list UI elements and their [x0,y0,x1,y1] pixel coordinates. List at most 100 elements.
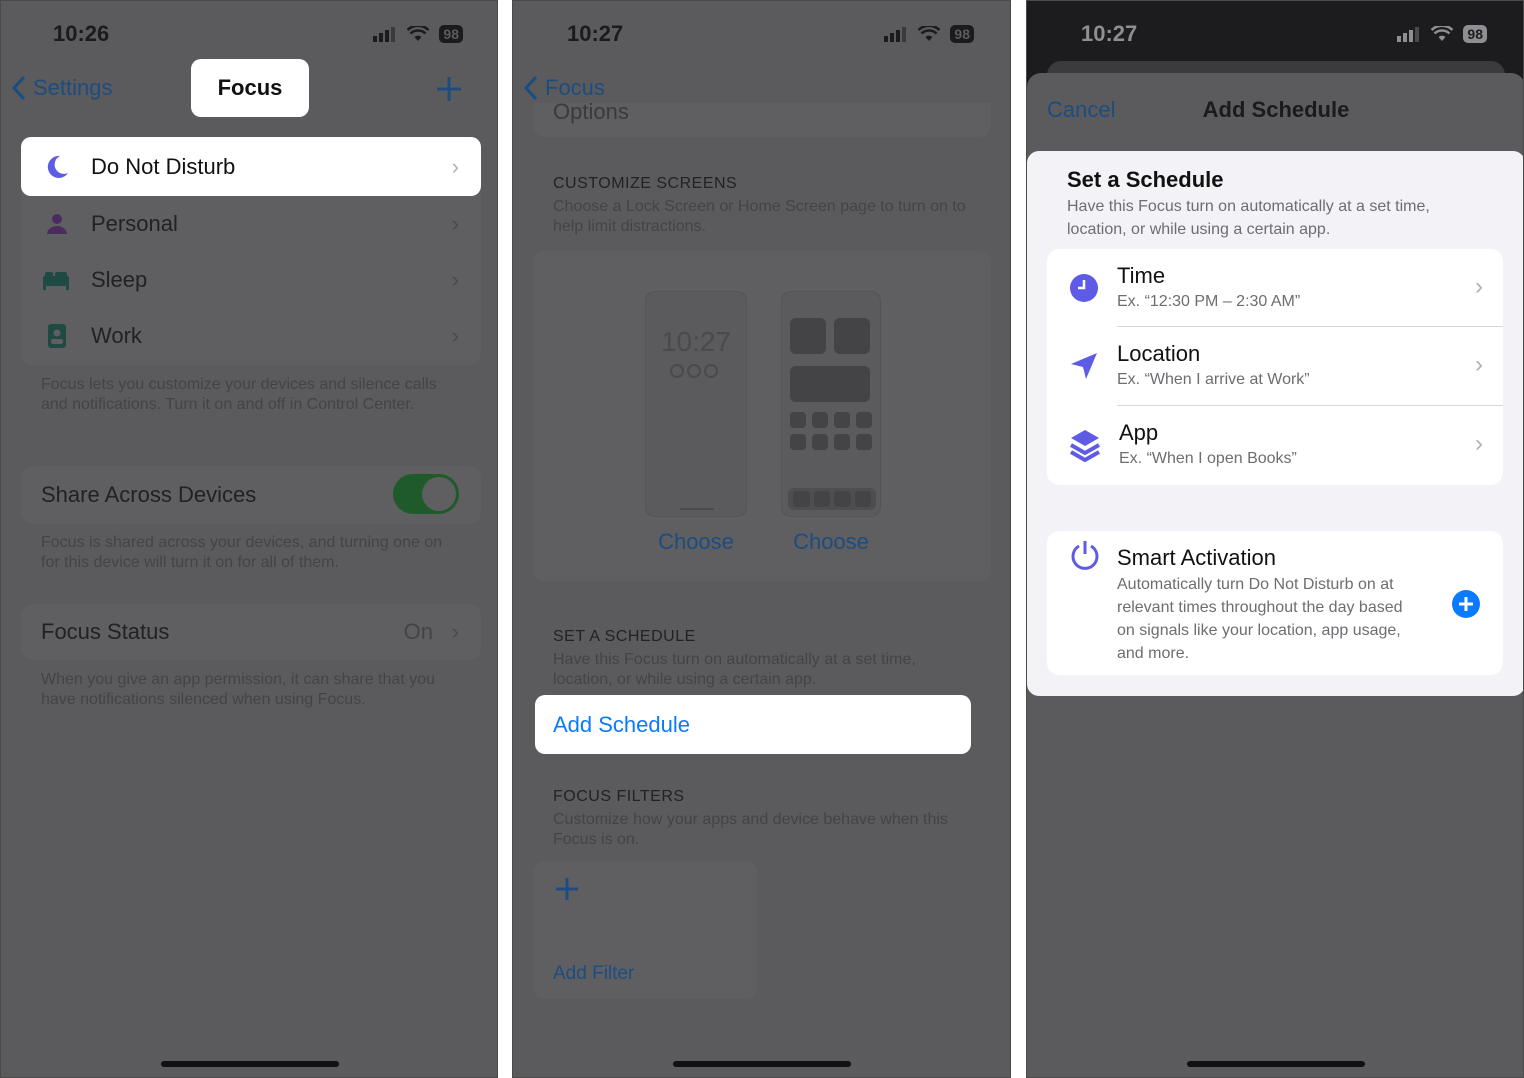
chevron-right-icon: › [451,323,459,348]
focus-mode-label: Personal [91,211,178,236]
toggle-knob [422,477,456,511]
status-icons: 98 [1397,25,1487,43]
battery-indicator: 98 [950,25,974,43]
add-filter-card[interactable]: Add Filter [533,861,757,999]
option-example: Ex. “When I open Books” [1119,450,1297,467]
wifi-icon [407,26,430,41]
focus-status-value: On [403,619,433,644]
focus-status-description: When you give an app permission, it can … [41,671,435,708]
battery-indicator: 98 [439,25,463,43]
smart-activation-title: Smart Activation [1117,545,1276,570]
set-a-schedule-header: SET A SCHEDULE [553,628,696,645]
status-time: 10:26 [53,21,110,46]
customize-screens-description: Choose a Lock Screen or Home Screen page… [553,198,966,235]
share-across-devices-row: Share Across Devices [21,466,481,524]
choose-home-screen-button[interactable]: Choose [781,529,881,555]
chevron-right-icon: › [451,211,459,236]
cellular-signal-icon [373,27,396,42]
focus-filters-description: Customize how your apps and device behav… [553,811,948,848]
home-preview-dock [788,488,876,510]
back-label: Focus [545,75,605,100]
home-preview-widget [834,318,870,354]
chevron-right-icon: › [451,153,459,179]
layers-icon [1070,430,1100,462]
focus-mode-do-not-disturb[interactable]: Do Not Disturb › [21,137,481,196]
wifi-icon [918,26,941,41]
choose-lock-screen-button[interactable]: Choose [645,529,747,555]
chevron-right-icon: › [1475,430,1483,457]
status-icons: 98 [373,25,463,43]
set-a-schedule-description: Have this Focus turn on automatically at… [553,651,916,688]
option-title: App [1119,420,1159,445]
focus-mode-personal[interactable]: Personal › [21,196,481,252]
home-indicator[interactable] [1187,1061,1365,1067]
smart-activation-description: Automatically turn Do Not Disturb on at … [1117,576,1403,662]
focus-status-row[interactable]: Focus Status On › [21,604,481,660]
plus-icon [437,77,461,101]
chevron-left-icon [523,75,538,101]
moon-icon [47,155,68,178]
share-across-devices-toggle[interactable] [393,474,459,514]
lock-preview-home-bar [680,508,714,510]
home-indicator[interactable] [161,1061,339,1067]
screen-previews-card: 10:27 Choose Choose [533,251,991,581]
add-schedule-button[interactable]: Add Schedule [535,695,971,754]
option-example: Ex. “12:30 PM – 2:30 AM” [1117,293,1301,310]
focus-mode-sleep[interactable]: Sleep › [21,252,481,308]
option-title: Time [1117,263,1166,288]
schedule-option-location[interactable]: Location Ex. “When I arrive at Work” › [1047,327,1503,406]
focus-status-label: Focus Status [41,619,170,644]
status-time: 10:27 [1081,21,1138,46]
schedule-options-card: Time Ex. “12:30 PM – 2:30 AM” › Location… [1047,249,1503,485]
back-to-settings-link[interactable]: Settings [11,75,113,101]
chevron-left-icon [11,75,26,101]
chevron-right-icon: › [1475,351,1483,378]
share-description: Focus is shared across your devices, and… [41,534,443,571]
focus-filters-header: FOCUS FILTERS [553,788,685,805]
home-preview-widget [790,366,870,402]
focus-description: Focus lets you customize your devices an… [41,376,437,413]
chevron-right-icon: › [451,619,459,644]
chevron-right-icon: › [451,267,459,292]
section-title: Set a Schedule [1067,167,1224,192]
back-to-focus-link[interactable]: Focus [523,75,605,101]
power-icon [1071,541,1099,570]
sheet-title: Add Schedule [1202,97,1350,122]
focus-mode-label: Do Not Disturb [91,153,236,179]
chevron-right-icon: › [1475,273,1483,300]
clock-icon [1070,274,1098,302]
status-time: 10:27 [567,21,624,46]
person-icon [47,214,67,234]
cellular-signal-icon [884,27,907,42]
customize-screens-header: CUSTOMIZE SCREENS [553,175,738,192]
battery-indicator: 98 [1463,25,1487,43]
id-badge-icon [48,324,66,348]
back-label: Settings [33,75,113,100]
home-indicator[interactable] [673,1061,851,1067]
option-title: Location [1117,341,1201,366]
section-description: Have this Focus turn on automatically at… [1067,198,1430,238]
page-title: Focus [191,59,309,117]
home-preview-app-grid [790,412,872,450]
location-arrow-icon [1071,353,1097,379]
smart-activation-card: Smart Activation Automatically turn Do N… [1047,531,1503,675]
status-icons: 98 [884,25,974,43]
add-focus-button[interactable] [435,75,463,108]
schedule-option-time[interactable]: Time Ex. “12:30 PM – 2:30 AM” › [1047,249,1503,327]
option-example: Ex. “When I arrive at Work” [1117,371,1310,388]
schedule-option-app[interactable]: App Ex. “When I open Books” › [1047,406,1503,485]
lock-screen-preview[interactable]: 10:27 [645,291,747,517]
add-filter-label: Add Filter [553,963,635,984]
home-screen-preview[interactable] [781,291,881,517]
focus-settings-screen: 10:26 98 Settings Focus Do Not Disturb ›… [0,0,498,1078]
plus-icon [556,878,578,900]
wifi-icon [1431,26,1454,41]
set-a-schedule-panel: Set a Schedule Have this Focus turn on a… [1027,151,1523,696]
focus-mode-label: Work [91,323,142,348]
focus-mode-work[interactable]: Work › [21,308,481,364]
home-preview-widget [790,318,826,354]
focus-mode-label: Sleep [91,267,148,292]
lock-preview-time: 10:27 [660,326,732,357]
lock-preview-widgets [670,364,718,378]
plus-circle-icon[interactable] [1451,589,1481,619]
